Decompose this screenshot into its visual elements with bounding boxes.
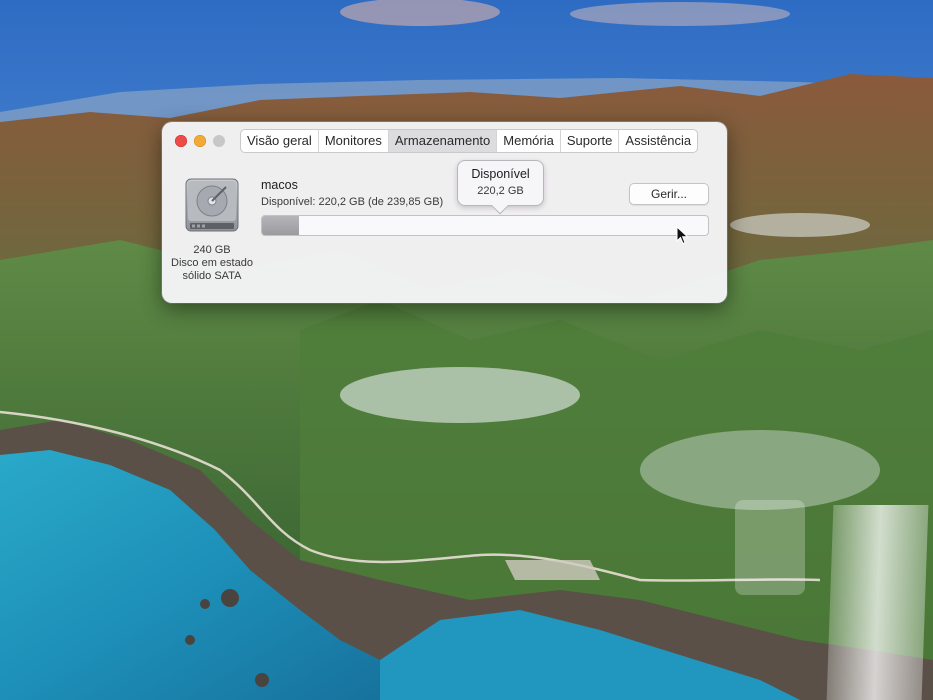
volume-name: macos [261,178,298,192]
tab-storage[interactable]: Armazenamento [388,130,498,152]
available-tooltip: Disponível 220,2 GB [457,160,544,206]
tab-overview[interactable]: Visão geral [241,130,319,152]
disk-caption: 240 GB Disco em estado sólido SATA [162,244,262,283]
disk-type-line2: sólido SATA [182,270,242,282]
about-this-mac-window: Visão geral Monitores Armazenamento Memó… [162,122,727,303]
volume-available: Disponível: 220,2 GB (de 239,85 GB) [261,196,444,208]
tooltip-title: Disponível [471,167,530,181]
disk-type-line1: Disco em estado [171,257,253,269]
hard-drive-icon [185,178,239,232]
tab-displays[interactable]: Monitores [319,130,389,152]
manage-button[interactable]: Gerir... [629,183,709,205]
zoom-button[interactable] [213,135,225,147]
glare [826,505,929,700]
used-segment[interactable] [262,216,299,235]
minimize-button[interactable] [194,135,206,147]
disk-capacity: 240 GB [193,244,231,256]
close-button[interactable] [175,135,187,147]
tooltip-value: 220,2 GB [477,185,524,197]
tab-bar: Visão geral Monitores Armazenamento Memó… [240,129,699,153]
desktop-wallpaper [0,0,933,700]
tab-memory[interactable]: Memória [497,130,561,152]
glare [735,500,805,595]
tab-support[interactable]: Suporte [561,130,620,152]
storage-usage-bar[interactable] [261,215,709,236]
mouse-pointer-icon [676,226,689,245]
tab-service[interactable]: Assistência [619,130,697,152]
